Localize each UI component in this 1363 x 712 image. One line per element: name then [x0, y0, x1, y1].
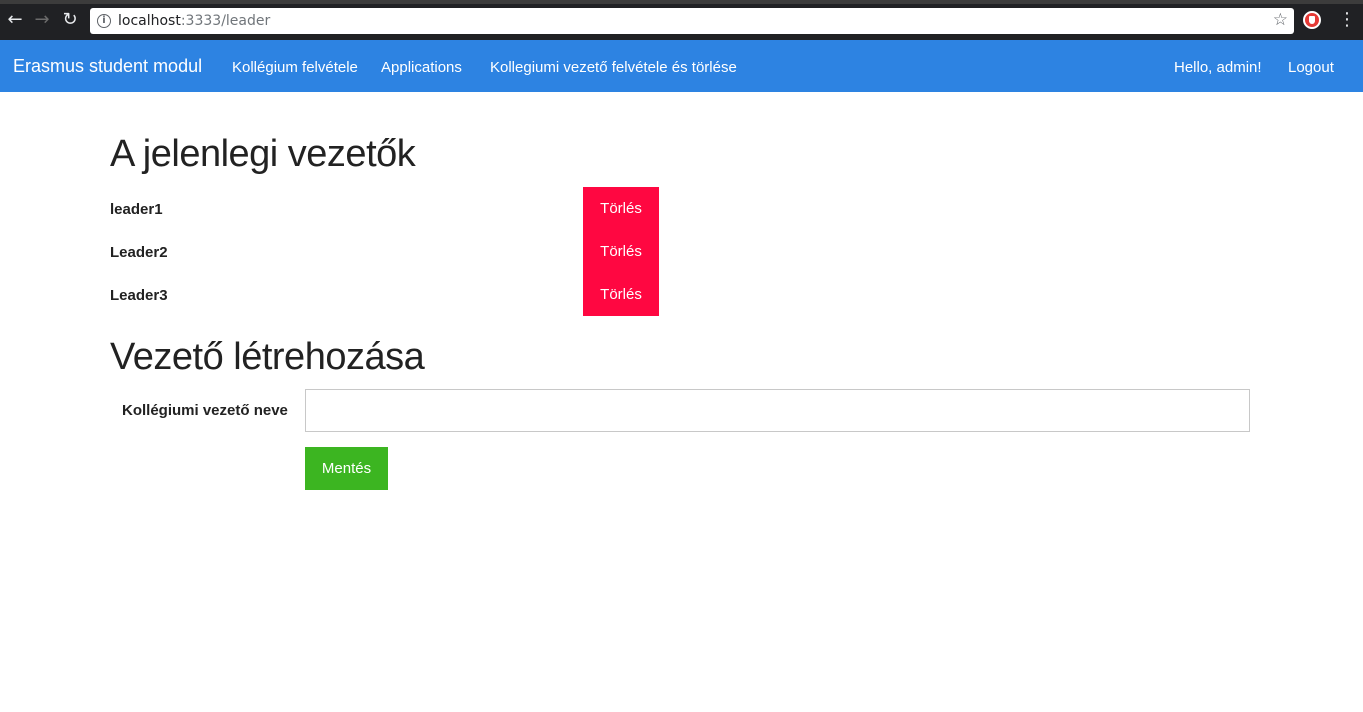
delete-button[interactable]: Törlés — [583, 273, 659, 316]
user-greeting[interactable]: Hello, admin! — [1174, 59, 1262, 76]
forward-arrow-icon[interactable]: → — [31, 9, 53, 31]
info-icon[interactable]: i — [97, 14, 111, 28]
leader-name: leader1 — [110, 201, 163, 218]
leader-name-label: Kollégiumi vezető neve — [122, 402, 288, 419]
nav-link-applications[interactable]: Applications — [381, 59, 462, 76]
leader-name: Leader2 — [110, 244, 168, 261]
save-button[interactable]: Mentés — [305, 447, 388, 490]
leader-row: Leader3 Törlés — [110, 273, 659, 316]
reload-icon[interactable]: ↻ — [59, 9, 81, 31]
brand-link[interactable]: Erasmus student modul — [13, 56, 202, 77]
nav-link-leaders[interactable]: Kollegiumi vezető felvétele és törlése — [490, 59, 737, 76]
leader-row: Leader2 Törlés — [110, 230, 659, 273]
url-path: :3333/leader — [180, 13, 271, 29]
leader-name: Leader3 — [110, 287, 168, 304]
create-leader-heading: Vezető létrehozása — [110, 336, 425, 378]
bookmark-star-icon[interactable]: ☆ — [1273, 10, 1288, 30]
back-arrow-icon[interactable]: ← — [4, 9, 26, 31]
leader-name-input[interactable] — [305, 389, 1250, 432]
app-navbar: Erasmus student modul Kollégium felvétel… — [0, 40, 1363, 92]
address-bar[interactable]: i localhost:3333/leader ☆ — [90, 8, 1294, 34]
leader-row: leader1 Törlés — [110, 187, 659, 230]
url-text[interactable]: localhost:3333/leader — [118, 13, 270, 29]
logout-link[interactable]: Logout — [1288, 59, 1334, 76]
url-host: localhost — [118, 13, 181, 29]
tab-strip — [0, 0, 1363, 4]
kebab-menu-icon[interactable]: ⋮ — [1338, 10, 1356, 30]
leaders-heading: A jelenlegi vezetők — [110, 133, 416, 175]
delete-button[interactable]: Törlés — [583, 230, 659, 273]
browser-toolbar: ← → ↻ i localhost:3333/leader ☆ ⋮ — [0, 0, 1363, 40]
extension-shield-icon[interactable] — [1303, 11, 1321, 29]
nav-link-kollegium[interactable]: Kollégium felvétele — [232, 59, 358, 76]
delete-button[interactable]: Törlés — [583, 187, 659, 230]
